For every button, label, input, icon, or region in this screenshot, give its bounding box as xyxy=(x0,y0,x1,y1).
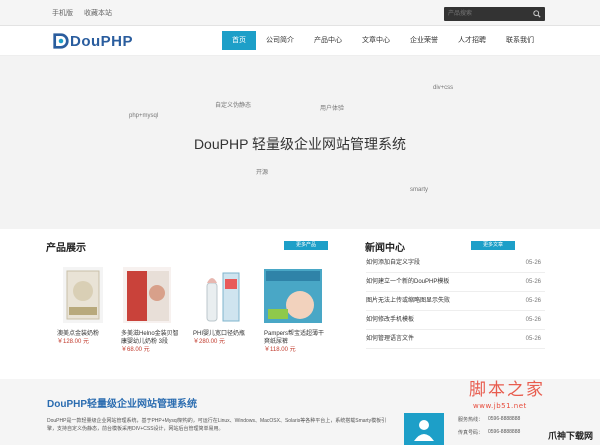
product-name: PHI婴儿宽口径奶瓶 xyxy=(193,331,246,337)
nav-products[interactable]: 产品中心 xyxy=(304,31,352,50)
news-item-date: 05-26 xyxy=(525,279,541,285)
hero-word: div+css xyxy=(433,85,454,91)
hero-title: DouPHP 轻量级企业网站管理系统 xyxy=(193,136,407,152)
nav-about[interactable]: 公司简介 xyxy=(256,31,304,50)
nav-honors[interactable]: 企业荣誉 xyxy=(400,31,448,50)
news-item[interactable]: 图片无法上传或缩略图显示失败 05-26 xyxy=(366,292,545,311)
watermark-text: 脚本之家 xyxy=(469,380,545,400)
hero-word: 自定义伪静态 xyxy=(215,103,252,109)
fax-label: 传真号码： xyxy=(458,430,484,436)
news-item-date: 05-26 xyxy=(525,317,541,323)
fax-number: 0596-8888888 xyxy=(488,429,521,435)
hero-word: smarty xyxy=(410,187,428,193)
content-area: 产品展示 更多产品 澳美点金装奶粉 ￥128.00 元 多美滋Helno金装贝智… xyxy=(0,229,600,379)
product-price: ￥68.00 元 xyxy=(121,347,150,353)
product-price: ￥128.00 元 xyxy=(57,339,90,345)
news-item-title[interactable]: 如何修改手机模板 xyxy=(366,317,414,323)
phone-number: 0596-8888888 xyxy=(488,416,521,422)
corner-watermark: 爪神下载网 xyxy=(548,432,594,442)
news-item-date: 05-26 xyxy=(525,260,541,266)
news-item[interactable]: 如何建立一个新的DouPHP模板 05-26 xyxy=(366,273,545,292)
about-title: DouPHP轻量级企业网站管理系统 xyxy=(47,399,197,410)
user-icon xyxy=(414,420,434,441)
product-name: 多美滋Helno金装贝智康婴幼儿奶粉 3段 xyxy=(121,331,179,345)
product-item[interactable]: Pampers帮宝适超薄干爽纸尿裤 ￥118.00 元 xyxy=(264,265,326,354)
nav-jobs[interactable]: 人才招聘 xyxy=(448,31,496,50)
contact-icon xyxy=(404,413,444,445)
search-input[interactable] xyxy=(448,7,528,21)
more-products-button[interactable]: 更多产品 xyxy=(284,241,328,250)
news-item-title[interactable]: 如何管理语言文件 xyxy=(366,336,414,342)
product-item[interactable]: 澳美点金装奶粉 ￥128.00 元 xyxy=(57,265,119,346)
bookmark-link[interactable]: 收藏本站 xyxy=(84,8,112,18)
news-item-title[interactable]: 图片无法上传或缩略图显示失败 xyxy=(366,298,450,304)
logo[interactable]: DouPHP xyxy=(52,30,133,52)
products-title: 产品展示 xyxy=(46,243,86,254)
product-image[interactable] xyxy=(193,265,251,327)
search-box xyxy=(444,7,545,21)
product-name: Pampers帮宝适超薄干爽纸尿裤 xyxy=(264,331,325,345)
nav-articles[interactable]: 文章中心 xyxy=(352,31,400,50)
hero-word: php+mysql xyxy=(129,113,159,119)
nav-home[interactable]: 首页 xyxy=(222,31,256,50)
hero-word: 开源 xyxy=(256,170,269,176)
search-icon[interactable] xyxy=(533,10,541,18)
news-title: 新闻中心 xyxy=(365,243,405,254)
logo-text: DouPHP xyxy=(70,32,133,50)
news-item[interactable]: 如何修改手机模板 05-26 xyxy=(366,311,545,330)
product-name: 澳美点金装奶粉 xyxy=(57,331,100,337)
mobile-version-link[interactable]: 手机版 xyxy=(52,8,73,18)
product-image[interactable] xyxy=(57,265,115,327)
product-price: ￥118.00 元 xyxy=(264,347,296,353)
logo-d-icon xyxy=(53,33,69,49)
hero-word: 用户体验 xyxy=(320,106,345,112)
hero-banner: div+css 自定义伪静态 用户体验 php+mysql DouPHP 轻量级… xyxy=(0,56,600,229)
watermark-url: www.jb51.net xyxy=(473,402,527,410)
news-item[interactable]: 如何添加自定义字段 05-26 xyxy=(366,254,545,273)
news-item-title[interactable]: 如何建立一个新的DouPHP模板 xyxy=(366,279,449,285)
about-text: DouPHP是一款轻量级企业网站管理系统，基于PHP+Mysql架构的，可运行在… xyxy=(47,418,387,432)
top-bar: 手机版 收藏本站 xyxy=(0,0,600,26)
product-image[interactable] xyxy=(264,265,322,327)
main-nav: 首页 公司简介 产品中心 文章中心 企业荣誉 人才招聘 联系我们 xyxy=(222,31,544,50)
product-item[interactable]: PHI婴儿宽口径奶瓶 ￥280.00 元 xyxy=(193,265,255,346)
news-item-title[interactable]: 如何添加自定义字段 xyxy=(366,260,420,266)
nav-contact[interactable]: 联系我们 xyxy=(496,31,544,50)
site-header: DouPHP 首页 公司简介 产品中心 文章中心 企业荣誉 人才招聘 联系我们 xyxy=(0,26,600,56)
products-header: 产品展示 更多产品 xyxy=(46,239,328,254)
product-price: ￥280.00 元 xyxy=(193,339,226,345)
product-item[interactable]: 多美滋Helno金装贝智康婴幼儿奶粉 3段 ￥68.00 元 xyxy=(121,265,183,354)
news-list: 如何添加自定义字段 05-26 如何建立一个新的DouPHP模板 05-26 图… xyxy=(366,254,545,349)
news-item-date: 05-26 xyxy=(525,336,541,342)
more-news-button[interactable]: 更多文章 xyxy=(471,241,515,250)
news-item-date: 05-26 xyxy=(525,298,541,304)
product-image[interactable] xyxy=(121,265,179,327)
page: 手机版 收藏本站 DouPHP 首页 公司简介 产品中心 文章中心 企业荣誉 人… xyxy=(0,0,600,445)
news-header: 新闻中心 更多文章 xyxy=(365,239,545,254)
news-item[interactable]: 如何管理语言文件 05-26 xyxy=(366,330,545,349)
phone-label: 服务热线： xyxy=(458,417,484,423)
